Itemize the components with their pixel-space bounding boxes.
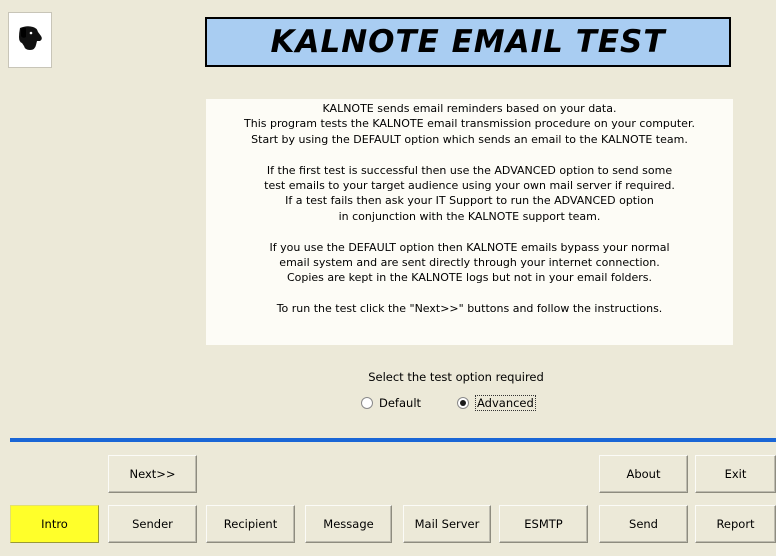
- dog-head-icon: [17, 24, 43, 56]
- next-button[interactable]: Next>>: [108, 455, 197, 493]
- intro-paragraph: To run the test click the "Next>>" butto…: [212, 301, 727, 316]
- tab-recipient[interactable]: Recipient: [206, 505, 295, 543]
- app-logo: [8, 12, 52, 68]
- tab-send[interactable]: Send: [599, 505, 688, 543]
- exit-button[interactable]: Exit: [695, 455, 776, 493]
- intro-line: test emails to your target audience usin…: [264, 179, 675, 193]
- intro-text-panel: KALNOTE sends email reminders based on y…: [206, 99, 733, 345]
- default-option-radio[interactable]: Default: [361, 394, 421, 412]
- tab-message[interactable]: Message: [305, 505, 392, 543]
- intro-line: If a test fails then ask your IT Support…: [285, 194, 654, 208]
- intro-paragraph: If you use the DEFAULT option then KALNO…: [212, 240, 727, 286]
- intro-line: Start by using the DEFAULT option which …: [251, 132, 688, 146]
- tab-esmtp[interactable]: ESMTP: [499, 505, 588, 543]
- tab-intro[interactable]: Intro: [10, 505, 99, 543]
- intro-line: If the first test is successful then use…: [266, 163, 673, 177]
- tab-report[interactable]: Report: [695, 505, 776, 543]
- about-button[interactable]: About: [599, 455, 688, 493]
- intro-line: KALNOTE sends email reminders based on y…: [322, 102, 617, 115]
- tab-mail-server[interactable]: Mail Server: [403, 505, 491, 543]
- intro-paragraph: KALNOTE sends email reminders based on y…: [212, 101, 727, 147]
- intro-line: If you use the DEFAULT option then KALNO…: [269, 240, 670, 254]
- page-title: KALNOTE EMAIL TEST: [270, 24, 666, 60]
- intro-line: This program tests the KALNOTE email tra…: [244, 117, 695, 131]
- radio-circle[interactable]: [457, 397, 469, 409]
- advanced-option-label[interactable]: Advanced: [475, 395, 536, 411]
- intro-paragraph: If the first test is successful then use…: [212, 163, 727, 225]
- radio-selected-dot: [460, 400, 466, 406]
- intro-line: email system and are sent directly throu…: [279, 256, 660, 270]
- test-option-prompt: Select the test option required: [368, 370, 544, 384]
- title-banner: KALNOTE EMAIL TEST: [205, 17, 731, 67]
- intro-line: in conjunction with the KALNOTE support …: [338, 209, 601, 223]
- intro-line: Copies are kept in the KALNOTE logs but …: [286, 271, 653, 285]
- default-option-label[interactable]: Default: [379, 396, 421, 410]
- tab-sender[interactable]: Sender: [108, 505, 197, 543]
- radio-circle[interactable]: [361, 397, 373, 409]
- intro-line: To run the test click the "Next>>" butto…: [276, 302, 663, 316]
- section-divider: [10, 438, 776, 442]
- advanced-option-radio[interactable]: Advanced: [457, 394, 536, 412]
